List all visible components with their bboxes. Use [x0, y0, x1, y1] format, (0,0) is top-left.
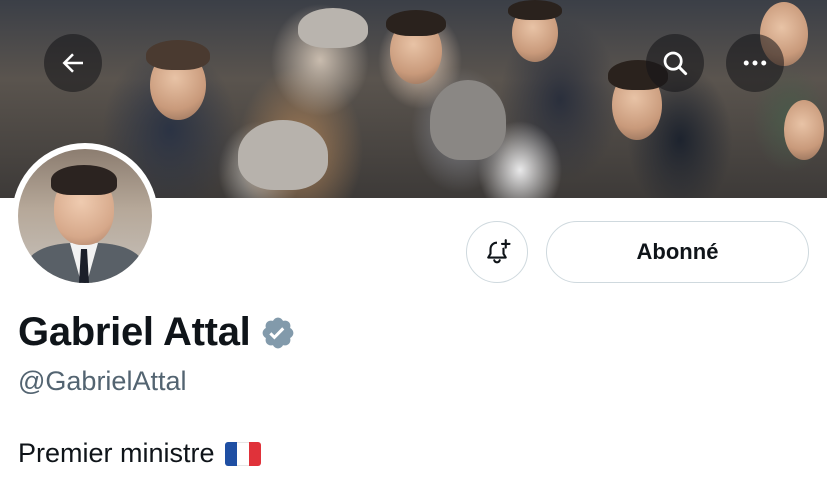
profile-bio: Premier ministre: [18, 438, 261, 469]
profile-name-row: Gabriel Attal: [18, 310, 296, 355]
profile-handle: @GabrielAttal: [18, 366, 187, 396]
more-horizontal-icon: [743, 60, 767, 66]
avatar-hair: [51, 165, 117, 195]
avatar[interactable]: [18, 149, 152, 283]
more-options-button[interactable]: [726, 34, 784, 92]
display-name: Gabriel Attal: [18, 310, 251, 354]
france-flag-icon: [224, 441, 261, 466]
bio-text: Premier ministre: [18, 438, 215, 468]
bell-plus-icon: [487, 239, 511, 264]
back-button[interactable]: [44, 34, 102, 92]
search-button[interactable]: [646, 34, 704, 92]
notifications-button[interactable]: [466, 221, 528, 283]
arrow-left-icon: [62, 53, 83, 73]
search-icon: [663, 51, 688, 76]
avatar-frame[interactable]: [12, 143, 158, 289]
verified-badge-icon[interactable]: [260, 315, 296, 351]
following-button[interactable]: Abonné: [546, 221, 809, 283]
following-button-label: Abonné: [636, 239, 719, 264]
